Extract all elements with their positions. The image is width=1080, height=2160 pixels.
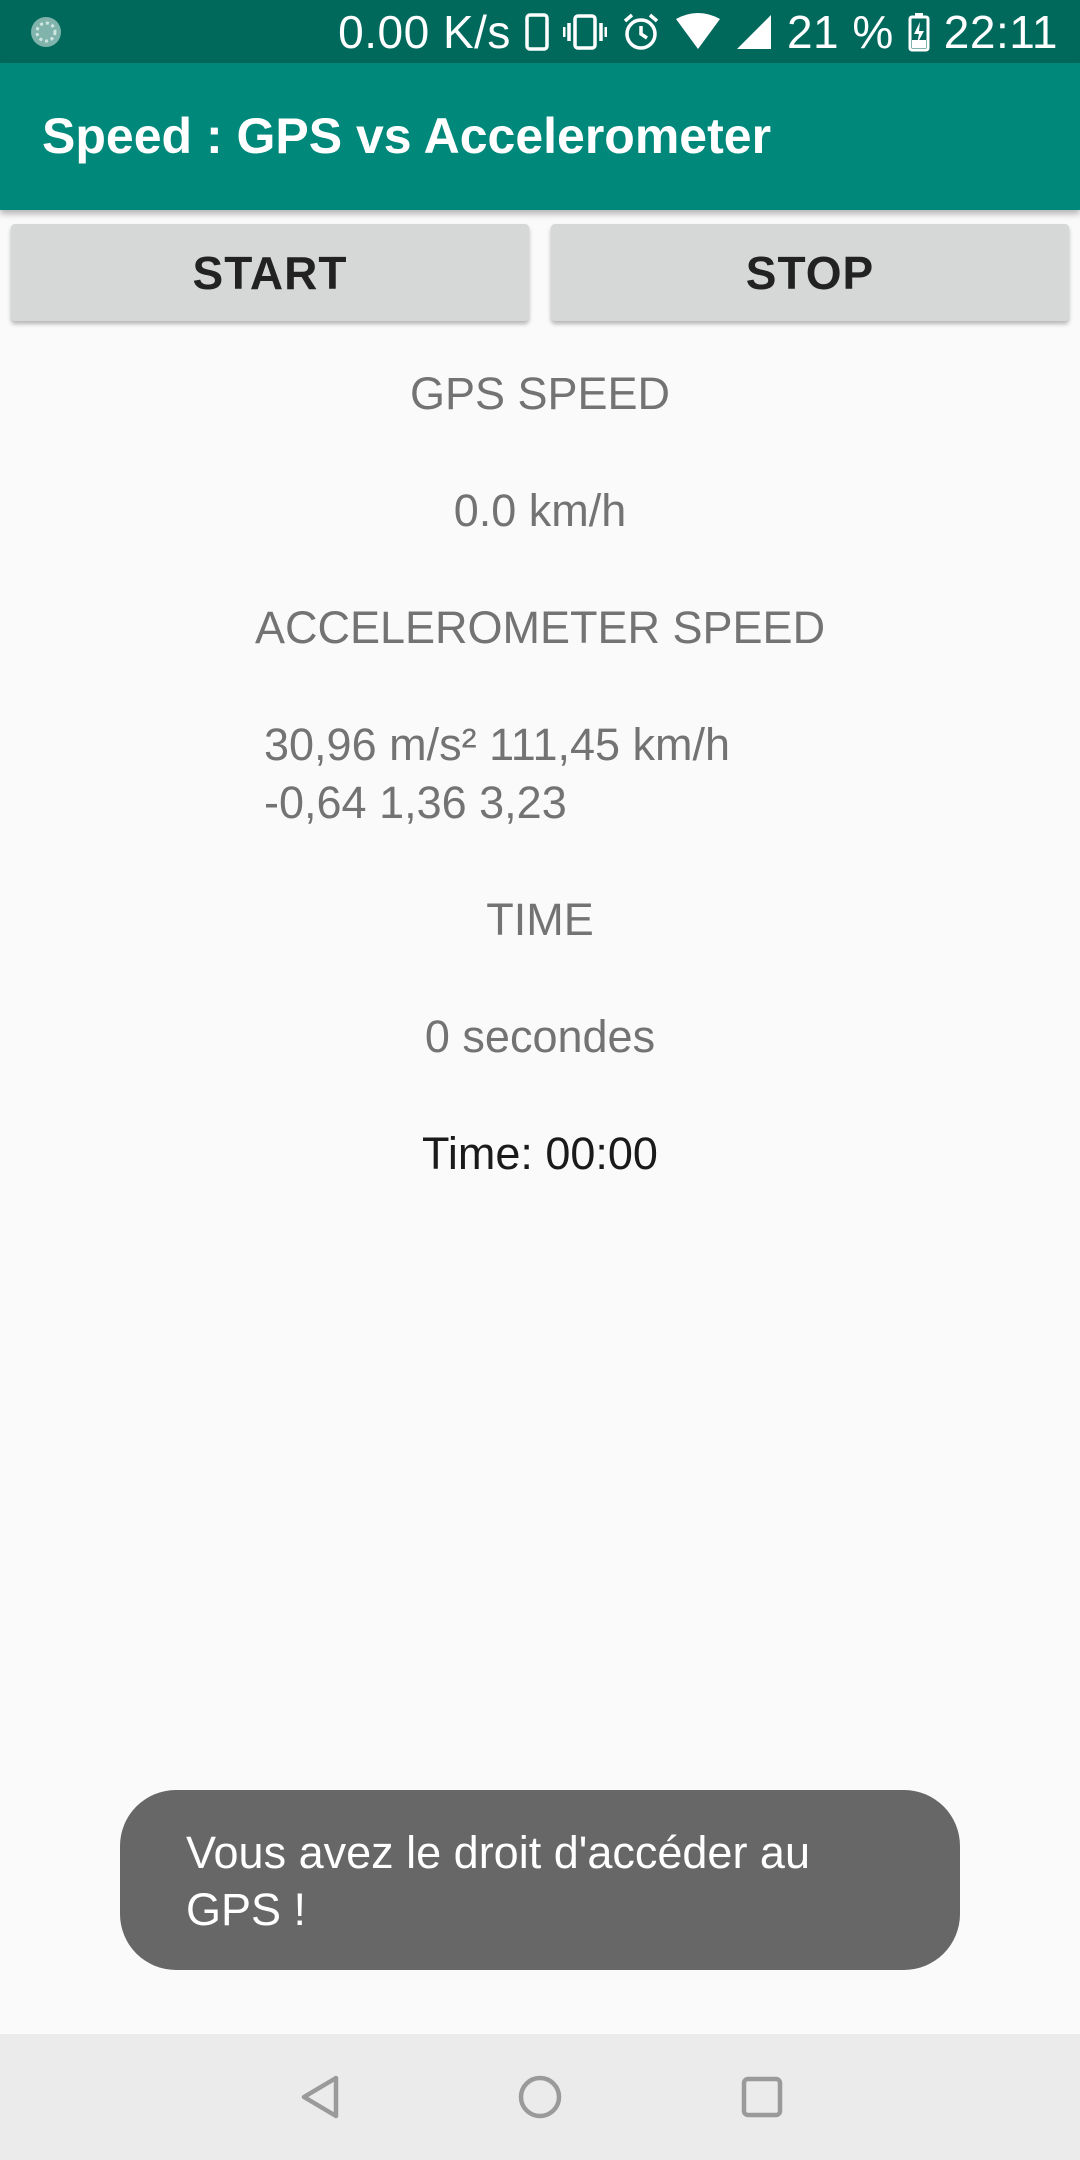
battery-icon [908,12,930,52]
stop-button[interactable]: STOP [551,224,1069,321]
app-notification-icon [28,14,64,50]
accelerometer-axes-values: -0,64 1,36 3,23 [264,777,567,828]
start-button[interactable]: START [11,224,529,321]
navigation-bar [0,2034,1080,2160]
gps-speed-value: 0.0 km/h [453,485,627,536]
app-title: Speed : GPS vs Accelerometer [42,108,772,164]
status-indicators: 0.00 K/s 21 % 22:11 [338,0,1058,63]
app-bar: Speed : GPS vs Accelerometer [0,63,1080,210]
recents-icon[interactable] [732,2067,792,2127]
time-seconds-value: 0 secondes [424,1011,656,1062]
home-icon[interactable] [510,2067,570,2127]
vibrate-icon [562,13,607,51]
back-icon[interactable] [290,2067,350,2127]
toast-message: Vous avez le droit d'accéder au GPS ! [120,1790,960,1970]
alarm-icon [621,12,661,52]
time-heading: TIME [486,894,594,945]
accelerometer-speed-heading: ACCELEROMETER SPEED [254,602,826,653]
status-bar: 0.00 K/s 21 % 22:11 [0,0,1080,63]
battery-percent: 21 % [786,5,894,58]
phone-icon [525,12,549,51]
app-screen: 0.00 K/s 21 % 22:11 Speed : GPS vs Accel… [0,0,1080,2160]
clock: 22:11 [943,5,1058,58]
wifi-icon [675,12,721,51]
gps-speed-heading: GPS SPEED [409,368,671,419]
network-speed: 0.00 K/s [338,5,511,58]
accelerometer-readout: 30,96 m/s² 111,45 km/h -0,64 1,36 3,23 [264,716,730,832]
accelerometer-speed-value: 30,96 m/s² 111,45 km/h [264,719,731,770]
signal-icon [735,13,773,51]
time-clock-value: Time: 00:00 [422,1128,658,1179]
